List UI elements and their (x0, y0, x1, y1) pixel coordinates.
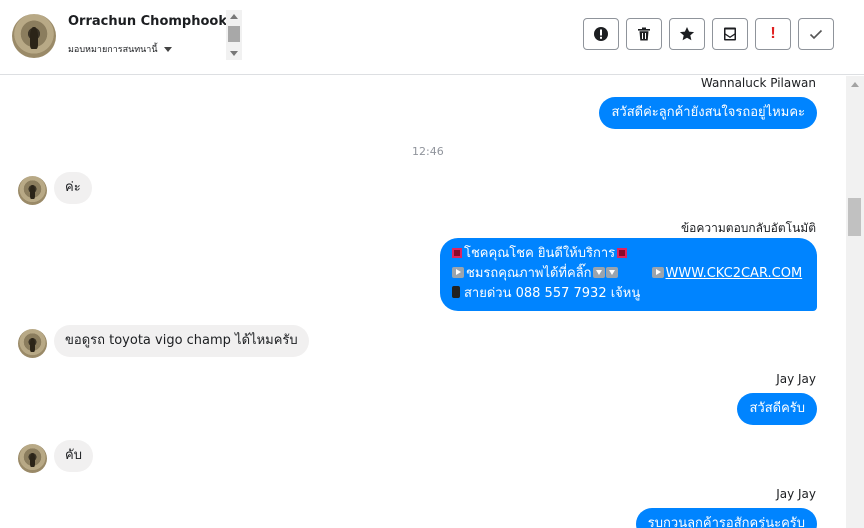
auto-reply-message[interactable]: โชคคุณโชค ยินดีให้บริการ ชมรถคุณภาพได้ที… (440, 238, 817, 311)
contact-avatar-small (18, 176, 47, 205)
trash-icon (638, 27, 650, 41)
action-toolbar: ! (583, 18, 834, 50)
down-arrow-icon (592, 267, 605, 278)
scroll-down-arrow-icon[interactable] (230, 51, 238, 56)
outgoing-message[interactable]: สวัสดีครับ (737, 393, 817, 425)
conversation-header: Orrachun Chomphookao มอบหมายการสนทนานี้ … (0, 0, 864, 75)
auto-reply-line-3: สายด่วน 088 557 7932 เจ้หนู (452, 284, 805, 304)
auto-reply-line-3-text: สายด่วน 088 557 7932 เจ้หนู (464, 286, 641, 301)
message-timestamp: 12:46 (412, 145, 444, 158)
mark-done-button[interactable] (798, 18, 834, 50)
mark-unread-button[interactable] (712, 18, 748, 50)
contact-avatar-small (18, 444, 47, 473)
header-scrollbar[interactable] (226, 10, 242, 60)
incoming-message[interactable]: คับ (54, 440, 93, 472)
sender-name: Wannaluck Pilawan (700, 76, 816, 90)
contact-name[interactable]: Orrachun Chomphookao (68, 14, 226, 29)
delete-button[interactable] (626, 18, 662, 50)
incoming-message[interactable]: ค่ะ (54, 172, 92, 204)
auto-reply-line-1: โชคคุณโชค ยินดีให้บริการ (452, 244, 805, 264)
mark-spam-button[interactable] (583, 18, 619, 50)
assign-label: มอบหมายการสนทนานี้ (68, 45, 158, 55)
exclamation-icon: ! (770, 25, 776, 42)
auto-reply-line-1-text: โชคคุณโชค ยินดีให้บริการ (464, 246, 616, 261)
play-button-icon (651, 267, 664, 278)
play-button-icon (452, 267, 464, 278)
message-thread[interactable]: Wannaluck Pilawan สวัสดีค่ะลูกค้ายังสนใจ… (0, 76, 846, 528)
thread-scrollbar[interactable] (846, 76, 864, 528)
auto-reply-line-2-text: ชมรถคุณภาพได้ที่คลิ๊ก (466, 266, 592, 281)
website-link[interactable]: WWW.CKC2CAR.COM (666, 266, 803, 281)
red-square-icon (617, 248, 628, 258)
sender-name: Jay Jay (776, 372, 816, 386)
sender-name: Jay Jay (776, 487, 816, 501)
outgoing-message[interactable]: สวัสดีค่ะลูกค้ายังสนใจรถอยู่ไหมคะ (599, 97, 817, 129)
assign-conversation-dropdown[interactable]: มอบหมายการสนทนานี้ (68, 42, 172, 56)
outgoing-message[interactable]: รบกวนลูกค้ารอสักครู่นะครับ (635, 508, 817, 528)
star-button[interactable] (669, 18, 705, 50)
caret-down-icon (163, 47, 172, 52)
auto-reply-label: ข้อความตอบกลับอัตโนมัติ (680, 221, 816, 235)
contact-avatar-small (18, 329, 47, 358)
red-square-icon (452, 248, 462, 258)
envelope-icon (724, 27, 736, 41)
mobile-phone-icon (452, 286, 460, 298)
down-arrow-icon (605, 267, 618, 278)
scroll-thumb[interactable] (228, 26, 240, 42)
auto-reply-line-2: ชมรถคุณภาพได้ที่คลิ๊ก WWW.CKC2CAR.COM (452, 264, 805, 284)
scroll-up-arrow-icon[interactable] (851, 82, 859, 87)
follow-up-button[interactable]: ! (755, 18, 791, 50)
star-icon (679, 27, 695, 41)
checkmark-icon (809, 29, 823, 40)
incoming-message[interactable]: ขอดูรถ toyota vigo champ ได้ไหมครับ (54, 325, 309, 357)
scroll-up-arrow-icon[interactable] (230, 14, 238, 19)
scroll-thumb[interactable] (848, 198, 861, 236)
contact-avatar[interactable] (12, 14, 56, 58)
alert-circle-icon (594, 27, 608, 41)
